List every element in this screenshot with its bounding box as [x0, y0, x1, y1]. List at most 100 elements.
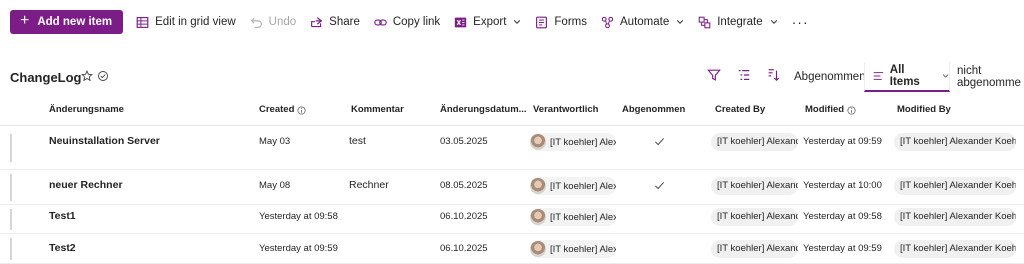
person-name: [IT koehler] Alexa: [550, 211, 616, 223]
cell-name[interactable]: neuer Rechner: [49, 179, 123, 191]
share-icon: [311, 16, 323, 27]
modified-by-chip[interactable]: [IT koehler] Alexander Koehler: [894, 240, 1016, 258]
cell-created: Yesterday at 09:59: [259, 243, 338, 254]
cell-created: May 03: [259, 136, 291, 147]
status-check-icon[interactable]: [97, 70, 109, 82]
row-selection-bar[interactable]: [10, 134, 12, 162]
column-header-created[interactable]: Created: [259, 94, 306, 126]
excel-icon: [454, 17, 467, 27]
page-title: ChangeLog: [10, 70, 82, 85]
export-button[interactable]: Export: [447, 10, 528, 34]
person-chip[interactable]: [IT koehler] Alexa: [530, 240, 616, 258]
cell-created: Yesterday at 09:58: [259, 211, 338, 222]
column-header-abgenommen[interactable]: Abgenommen: [622, 94, 685, 126]
checkmark-icon: [655, 138, 664, 146]
link-icon: [374, 18, 387, 26]
column-header-label: Verantwortlich: [533, 104, 599, 115]
created-by-chip[interactable]: [IT koehler] Alexander: [711, 177, 798, 195]
column-header-kommentar[interactable]: Kommentar: [351, 94, 404, 126]
column-header-verantwortlich[interactable]: Verantwortlich: [533, 94, 598, 126]
cell-created: May 08: [259, 180, 291, 191]
table-row[interactable]: Neuinstallation Server May 03 test 03.05…: [0, 126, 1024, 170]
row-selection-bar[interactable]: [10, 238, 12, 260]
automate-label: Automate: [620, 16, 670, 28]
modified-by-chip[interactable]: [IT koehler] Alexander Koehler: [894, 177, 1016, 195]
cell-kommentar: test: [349, 135, 366, 147]
avatar: [530, 178, 546, 194]
cell-datum: 03.05.2025: [440, 136, 488, 147]
undo-button[interactable]: Undo: [243, 10, 304, 34]
modified-by-chip[interactable]: [IT koehler] Alexander Koehler: [894, 133, 1016, 151]
created-by-chip[interactable]: [IT koehler] Alexander: [711, 240, 798, 258]
column-header-datum[interactable]: Änderungsdatum...: [440, 94, 528, 126]
modified-by-chip[interactable]: [IT koehler] Alexander Koehler: [894, 208, 1016, 226]
row-selection-bar[interactable]: [10, 174, 12, 201]
more-options-button[interactable]: ···: [785, 10, 816, 34]
column-header-modified[interactable]: Modified: [805, 94, 856, 126]
cell-name[interactable]: Neuinstallation Server: [49, 135, 160, 147]
add-new-item-label: Add new item: [37, 16, 113, 28]
info-icon[interactable]: [297, 105, 306, 115]
chevron-down-icon: [514, 20, 521, 24]
automate-button[interactable]: Automate: [594, 10, 691, 34]
view-tab-label: Abgenommen: [794, 71, 866, 83]
created-by-chip[interactable]: [IT koehler] Alexander: [711, 133, 798, 151]
grid-icon: [136, 16, 149, 28]
person-name: [IT koehler] Alexa: [550, 243, 616, 255]
view-tab-nicht-abgenommen[interactable]: nicht abgenomme: [957, 62, 1024, 92]
edit-grid-view-button[interactable]: Edit in grid view: [129, 10, 243, 34]
column-header-label: Created By: [715, 104, 766, 115]
person-chip[interactable]: [IT koehler] Alexa: [530, 208, 616, 226]
view-tab-abgenommen[interactable]: Abgenommen: [794, 62, 866, 92]
column-header-label: Kommentar: [351, 104, 404, 115]
view-tab-label: All Items: [889, 64, 920, 88]
created-by-chip[interactable]: [IT koehler] Alexander: [711, 208, 798, 226]
undo-label: Undo: [268, 16, 297, 28]
chevron-down-icon: [770, 20, 777, 24]
command-bar: + Add new item Edit in grid view Undo Sh…: [0, 0, 1024, 44]
cell-name[interactable]: Test1: [49, 210, 76, 222]
column-header-label: Created: [259, 104, 295, 115]
integrate-button[interactable]: Integrate: [691, 10, 784, 34]
forms-label: Forms: [554, 16, 587, 28]
row-selection-bar[interactable]: [10, 209, 12, 230]
avatar: [530, 241, 546, 257]
chevron-down-icon[interactable]: [942, 72, 949, 80]
column-header-name[interactable]: Änderungsname: [49, 94, 124, 126]
edit-grid-view-label: Edit in grid view: [155, 16, 236, 28]
person-chip[interactable]: [IT koehler] Alexa: [530, 177, 616, 195]
view-tab-all-items[interactable]: All Items: [864, 62, 950, 92]
column-header-label: Modified: [805, 104, 845, 115]
column-header-label: Änderungsdatum...: [440, 104, 527, 115]
cell-datum: 06.10.2025: [440, 211, 488, 222]
add-new-item-button[interactable]: + Add new item: [10, 10, 124, 34]
checkmark-icon: [655, 182, 664, 190]
filter-icon[interactable]: [707, 68, 721, 82]
info-icon[interactable]: [847, 105, 856, 115]
copy-link-button[interactable]: Copy link: [367, 10, 447, 34]
share-button[interactable]: Share: [303, 10, 367, 34]
undo-icon: [250, 17, 262, 28]
person-name: [IT koehler] Alexa: [550, 180, 616, 192]
view-tab-label: nicht abgenomme: [957, 65, 1021, 89]
forms-button[interactable]: Forms: [528, 10, 594, 34]
column-header-label: Modified By: [897, 104, 951, 115]
group-by-icon[interactable]: [737, 68, 751, 82]
cell-datum: 08.05.2025: [440, 180, 488, 191]
table-row[interactable]: Test1 Yesterday at 09:58 06.10.2025 [IT …: [0, 205, 1024, 234]
column-header-label: Abgenommen: [622, 104, 686, 115]
sort-icon[interactable]: [766, 68, 780, 82]
cell-modified: Yesterday at 10:00: [803, 180, 882, 191]
cell-kommentar: Rechner: [349, 179, 389, 191]
cell-name[interactable]: Test2: [49, 242, 76, 254]
integrate-icon: [698, 16, 711, 28]
chevron-down-icon: [677, 20, 684, 24]
table-row[interactable]: neuer Rechner May 08 Rechner 08.05.2025 …: [0, 170, 1024, 205]
star-icon[interactable]: [81, 70, 93, 82]
person-chip[interactable]: [IT koehler] Alexa: [530, 133, 616, 151]
column-header-created-by[interactable]: Created By: [715, 94, 765, 126]
table-row[interactable]: Test2 Yesterday at 09:59 06.10.2025 [IT …: [0, 234, 1024, 264]
cell-modified: Yesterday at 09:59: [803, 243, 882, 254]
column-header-modified-by[interactable]: Modified By: [897, 94, 951, 126]
share-label: Share: [329, 16, 360, 28]
